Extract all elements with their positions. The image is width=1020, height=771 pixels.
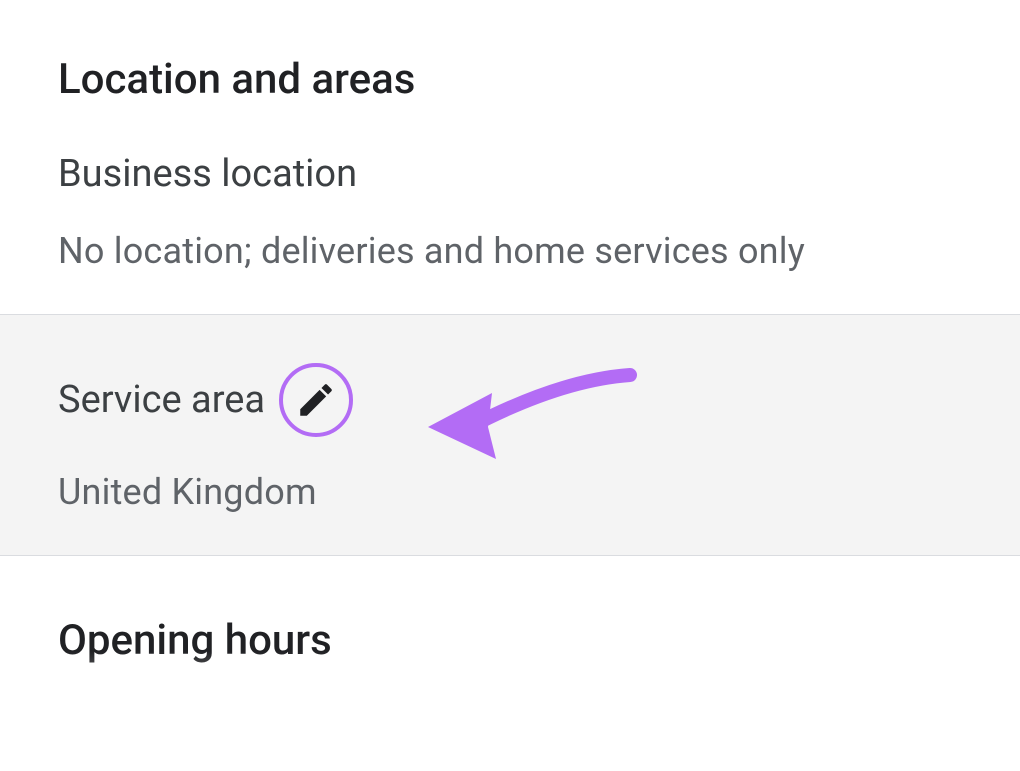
page-title: Location and areas xyxy=(0,0,1020,104)
opening-hours-heading: Opening hours xyxy=(58,616,962,665)
service-area-section[interactable]: Service area United Kingdom xyxy=(0,315,1020,556)
fade-overlay xyxy=(0,651,1020,771)
service-area-heading: Service area xyxy=(58,378,265,422)
opening-hours-section[interactable]: Opening hours xyxy=(0,556,1020,665)
service-area-value: United Kingdom xyxy=(58,471,962,513)
edit-service-area-button[interactable] xyxy=(279,363,353,437)
business-location-heading: Business location xyxy=(58,152,357,196)
business-location-value: No location; deliveries and home service… xyxy=(58,230,962,272)
pencil-icon xyxy=(295,379,337,421)
business-location-section[interactable]: Business location No location; deliverie… xyxy=(0,104,1020,315)
